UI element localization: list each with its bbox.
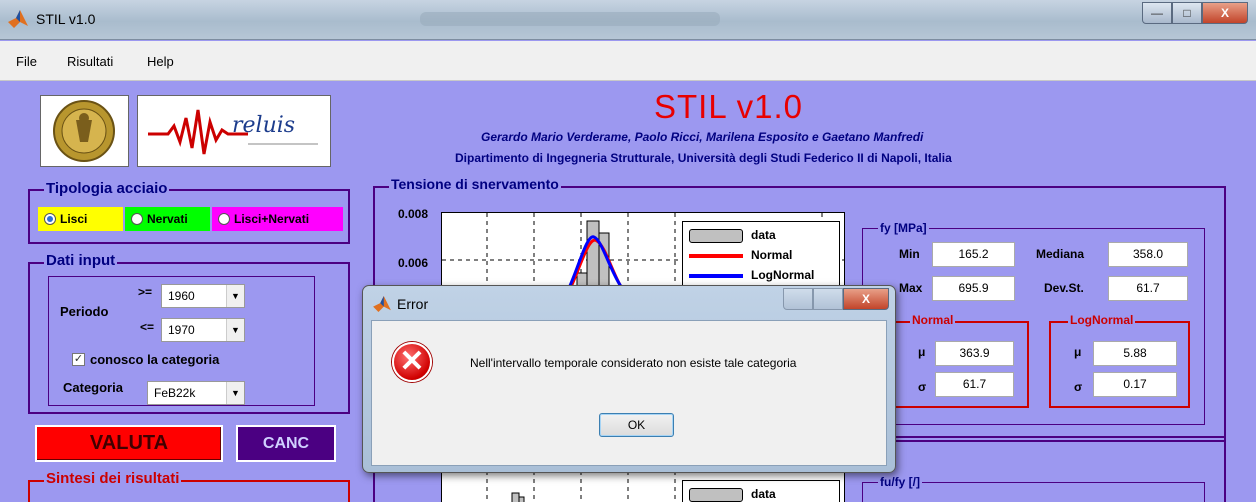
conosco-label: conosco la categoria <box>90 352 220 367</box>
categoria-value: FeB22k <box>154 386 196 400</box>
lognormal-sigma-field[interactable]: 0.17 <box>1093 372 1177 397</box>
menu-risultati[interactable]: Risultati <box>67 54 113 69</box>
categoria-select[interactable]: FeB22k ▼ <box>147 381 245 405</box>
second-legend: data <box>682 480 840 502</box>
max-field[interactable]: 695.9 <box>932 276 1015 301</box>
chevron-down-icon: ▼ <box>226 382 244 404</box>
lognormal-mu-label: μ <box>1074 345 1082 359</box>
lognormal-title: LogNormal <box>1068 313 1136 327</box>
fy-title: fy [MPa] <box>878 221 929 235</box>
menu-bar: File Risultati Help <box>0 41 1256 81</box>
radio-lisci-nervati-label: Lisci+Nervati <box>234 212 310 226</box>
legend-normal-swatch <box>689 253 743 258</box>
radio-lisci[interactable]: Lisci <box>38 207 123 231</box>
menu-file[interactable]: File <box>16 54 37 69</box>
periodo-from-select[interactable]: 1960 ▼ <box>161 284 245 308</box>
legend-normal: Normal <box>689 246 792 264</box>
radio-unselected-icon <box>131 213 143 225</box>
y-tick-0006: 0.006 <box>398 256 429 270</box>
mediana-label: Mediana <box>1036 247 1085 261</box>
legend-data-swatch <box>689 228 743 243</box>
radio-unselected-icon <box>218 213 230 225</box>
legend-lognormal: LogNormal <box>689 266 814 284</box>
error-dialog: Error X ✕ Nell'intervallo temporale cons… <box>362 285 896 473</box>
radio-lisci-nervati[interactable]: Lisci+Nervati <box>212 207 343 231</box>
max-label: Max <box>899 281 923 295</box>
valuta-button[interactable]: VALUTA <box>35 425 223 462</box>
legend-data-2-label: data <box>751 487 776 501</box>
normal-mu-field[interactable]: 363.9 <box>935 341 1014 366</box>
radio-nervati[interactable]: Nervati <box>125 207 210 231</box>
reluis-logo: reluis <box>137 95 331 167</box>
normal-mu-label: μ <box>918 345 926 359</box>
radio-selected-icon <box>44 213 56 225</box>
periodo-to-select[interactable]: 1970 ▼ <box>161 318 245 342</box>
authors-text: Gerardo Mario Verderame, Paolo Ricci, Ma… <box>481 130 924 144</box>
matlab-icon <box>373 296 391 312</box>
matlab-icon <box>8 10 28 28</box>
close-button[interactable]: X <box>1202 2 1248 24</box>
legend-lognormal-label: LogNormal <box>751 268 815 282</box>
legend-data: data <box>689 226 776 244</box>
reluis-wordmark: reluis <box>232 113 296 138</box>
tensione-legend: data Normal LogNormal <box>682 221 840 289</box>
y-tick-0008: 0.008 <box>398 207 429 221</box>
department-text: Dipartimento di Ingegneria Strutturale, … <box>455 151 952 165</box>
devst-label: Dev.St. <box>1044 281 1084 295</box>
minimize-button[interactable]: — <box>1142 2 1172 24</box>
window-title-bar: STIL v1.0 — □ X <box>0 0 1256 40</box>
min-field[interactable]: 165.2 <box>932 242 1015 267</box>
error-x-icon: ✕ <box>392 342 432 382</box>
dialog-minimize-button <box>783 288 813 310</box>
legend-normal-label: Normal <box>751 248 793 262</box>
sintesi-title: Sintesi dei risultati <box>44 470 182 487</box>
dialog-title: Error <box>397 296 429 312</box>
tensione-title: Tensione di snervamento <box>389 176 561 192</box>
dialog-maximize-button <box>813 288 843 310</box>
dialog-close-button[interactable]: X <box>843 288 889 310</box>
le-label: <= <box>140 320 155 334</box>
legend-data-label: data <box>751 228 776 242</box>
categoria-label: Categoria <box>63 380 123 395</box>
conosco-checkbox[interactable]: ✓ <box>72 353 85 366</box>
menu-help[interactable]: Help <box>147 54 174 69</box>
radio-nervati-label: Nervati <box>147 212 188 226</box>
periodo-label: Periodo <box>60 304 109 319</box>
lognormal-sigma-label: σ <box>1074 380 1083 394</box>
periodo-from-value: 1960 <box>168 289 195 303</box>
dialog-message: Nell'intervallo temporale considerato no… <box>470 356 797 370</box>
legend-data-2-swatch <box>689 487 743 502</box>
ge-label: >= <box>138 285 153 299</box>
dialog-body: ✕ Nell'intervallo temporale considerato … <box>371 320 887 466</box>
tipologia-title: Tipologia acciaio <box>44 180 170 197</box>
canc-button[interactable]: CANC <box>236 425 336 462</box>
chevron-down-icon: ▼ <box>226 285 244 307</box>
ok-button[interactable]: OK <box>599 413 674 437</box>
lognormal-mu-field[interactable]: 5.88 <box>1093 341 1177 366</box>
blurred-title <box>420 12 720 26</box>
app-title: STIL v1.0 <box>654 88 804 125</box>
min-label: Min <box>899 247 920 261</box>
devst-field[interactable]: 61.7 <box>1108 276 1188 301</box>
normal-title: Normal <box>910 313 956 327</box>
university-seal-logo <box>40 95 129 167</box>
normal-sigma-field[interactable]: 61.7 <box>935 372 1014 397</box>
normal-sigma-label: σ <box>918 380 927 394</box>
dati-title: Dati input <box>44 252 118 269</box>
window-title: STIL v1.0 <box>36 11 96 27</box>
chevron-down-icon: ▼ <box>226 319 244 341</box>
mediana-field[interactable]: 358.0 <box>1108 242 1188 267</box>
radio-lisci-label: Lisci <box>60 212 88 226</box>
legend-data-2: data <box>689 485 776 502</box>
legend-lognormal-swatch <box>689 273 743 278</box>
fufy-title: fu/fy [/] <box>878 475 922 489</box>
periodo-to-value: 1970 <box>168 323 195 337</box>
maximize-button[interactable]: □ <box>1172 2 1202 24</box>
